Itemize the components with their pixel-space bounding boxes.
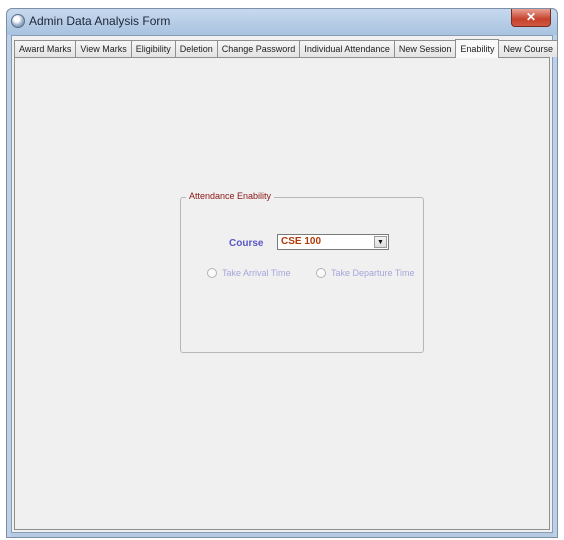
take-arrival-time-radio[interactable]: Take Arrival Time [207,268,291,278]
course-label: Course [229,238,264,249]
app-window: Admin Data Analysis Form ✕ Award Marks V… [6,8,558,538]
course-dropdown[interactable]: CSE 100 ▼ [277,234,389,250]
attendance-enability-group: Attendance Enability Course CSE 100 ▼ Ta… [180,191,424,353]
radio-circle-icon[interactable] [316,268,326,278]
group-title: Attendance Enability [186,191,275,201]
tab-page-enability: Attendance Enability Course CSE 100 ▼ Ta… [14,58,550,530]
tab-deletion[interactable]: Deletion [174,40,218,57]
take-departure-time-radio[interactable]: Take Departure Time [316,268,415,278]
radio-circle-icon[interactable] [207,268,217,278]
take-arrival-time-label: Take Arrival Time [222,268,291,278]
window-title: Admin Data Analysis Form [29,14,171,28]
tab-new-session[interactable]: New Session [393,40,457,57]
title-bar[interactable]: Admin Data Analysis Form ✕ [7,9,557,35]
take-departure-time-label: Take Departure Time [331,268,415,278]
course-selected-value: CSE 100 [281,236,322,247]
tab-award-marks[interactable]: Award Marks [14,40,77,57]
window-client-area: Award Marks View Marks Eligibility Delet… [11,35,558,533]
tab-individual-attendance[interactable]: Individual Attendance [299,40,395,57]
tab-enability[interactable]: Enability [455,39,500,58]
tab-change-password[interactable]: Change Password [216,40,301,57]
tab-new-course[interactable]: New Course [498,40,558,57]
close-button[interactable]: ✕ [511,9,551,27]
chevron-down-icon[interactable]: ▼ [374,236,387,248]
window-bottom-border [11,533,553,537]
tab-view-marks[interactable]: View Marks [75,40,132,57]
app-icon [11,14,25,28]
tab-eligibility[interactable]: Eligibility [130,40,176,57]
tab-strip: Award Marks View Marks Eligibility Delet… [14,39,558,58]
